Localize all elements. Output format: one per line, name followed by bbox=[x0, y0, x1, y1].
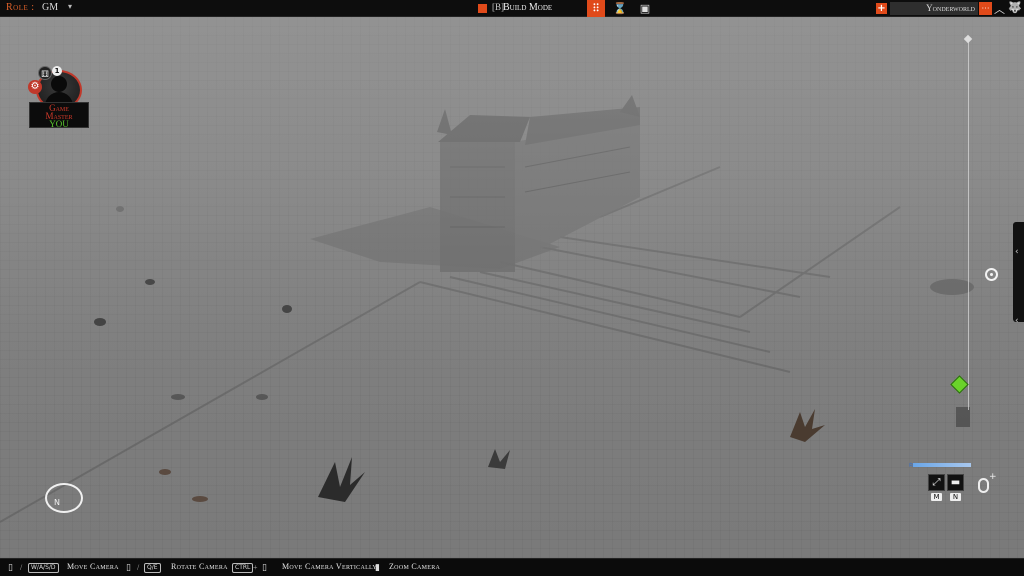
castle bbox=[437, 95, 640, 272]
player-you-label: YOU bbox=[49, 119, 69, 129]
line-tool-button[interactable]: ▬ bbox=[947, 474, 964, 491]
mouse-icon[interactable] bbox=[978, 472, 997, 493]
footsteps-icon: ⠿ bbox=[591, 3, 601, 15]
gear-icon[interactable]: ⚙ bbox=[28, 80, 42, 94]
rotate-camera-hint: Rotate Camera bbox=[171, 562, 228, 571]
controls-hint-bar: ▯ / W/A/S/D Move Camera ▯ / Q/E Rotate C… bbox=[0, 558, 1024, 576]
hint-separator: / bbox=[20, 563, 23, 572]
chevron-up-icon[interactable]: ︿ bbox=[994, 1, 1005, 17]
hourglass-icon: ⌛ bbox=[613, 3, 627, 15]
measure-hotkey: M bbox=[931, 493, 942, 501]
hint-plus: + bbox=[253, 563, 258, 572]
hint-separator: / bbox=[137, 563, 140, 572]
line-hotkey: N bbox=[950, 493, 961, 501]
wolf-logo-icon[interactable]: 🐺 bbox=[1008, 1, 1022, 14]
scene-art bbox=[0, 95, 974, 523]
role-select[interactable]: GM bbox=[42, 2, 58, 13]
build-tool-button[interactable]: ⠿ bbox=[587, 0, 605, 17]
top-bar: Role : GM ▾ [B] Build Mode ⠿ ⌛ ▣ + Yonde… bbox=[0, 0, 1024, 17]
zoom-camera-hint: Zoom Camera bbox=[389, 562, 441, 571]
compass-icon[interactable] bbox=[45, 483, 83, 513]
camera-target-icon[interactable] bbox=[985, 268, 998, 281]
world-name-field[interactable]: Yonderworld bbox=[890, 2, 978, 15]
world-menu-button[interactable]: ··· bbox=[979, 2, 992, 15]
avatar-silhouette-head bbox=[51, 76, 67, 92]
wasd-key: W/A/S/D bbox=[28, 563, 59, 573]
compass-north-label: N bbox=[54, 498, 60, 507]
chevron-left-icon[interactable]: ‹ bbox=[1015, 316, 1019, 326]
tool-progress-strip bbox=[913, 463, 971, 467]
add-button[interactable]: + bbox=[876, 3, 887, 14]
dice-icon[interactable]: ⚅ bbox=[38, 66, 52, 80]
mouse-right-icon: ▯ bbox=[126, 563, 131, 573]
build-mode-indicator bbox=[478, 4, 487, 13]
measure-tool-button[interactable]: ⤢ bbox=[928, 474, 945, 491]
chevron-left-icon[interactable]: ‹ bbox=[1015, 247, 1019, 257]
ctrl-key: CTRL bbox=[232, 563, 254, 573]
cinematic-tool-button[interactable]: ▣ bbox=[636, 0, 654, 17]
move-camera-vertically-hint: Move Camera Vertically bbox=[282, 562, 378, 571]
time-tool-button[interactable]: ⌛ bbox=[611, 0, 629, 17]
chevron-down-icon[interactable]: ▾ bbox=[68, 2, 72, 11]
height-gizmo-line bbox=[968, 40, 969, 410]
player-card[interactable]: ⚙ ⚅ 1 Game Master YOU bbox=[28, 66, 90, 129]
qe-key: Q/E bbox=[144, 563, 161, 573]
side-drawer-handle[interactable] bbox=[1013, 222, 1024, 322]
move-camera-hint: Move Camera bbox=[67, 562, 119, 571]
mouse-wheel-icon: ▮ bbox=[375, 563, 380, 573]
role-label: Role : bbox=[6, 2, 35, 13]
build-mode-label[interactable]: Build Mode bbox=[503, 2, 552, 13]
ruler-icon: ⤢ bbox=[932, 477, 941, 488]
player-name-plate: Game Master YOU bbox=[29, 102, 89, 129]
mouse-left-icon: ▯ bbox=[8, 563, 13, 573]
film-frame-icon: ▣ bbox=[639, 3, 651, 15]
token-count-badge: 1 bbox=[52, 66, 62, 76]
build-viewport[interactable] bbox=[0, 17, 1024, 558]
line-icon: ▬ bbox=[950, 477, 961, 488]
mouse-middle-icon: ▯ bbox=[262, 563, 267, 573]
